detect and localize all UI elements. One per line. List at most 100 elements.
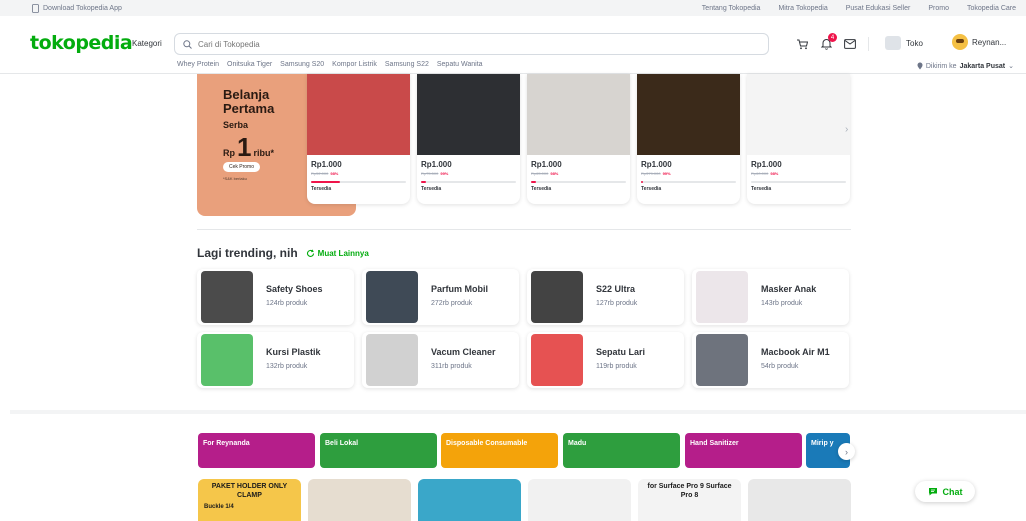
product-stock: Tersedia: [641, 186, 662, 192]
quick-link[interactable]: Whey Protein: [177, 61, 219, 68]
toko-button[interactable]: Toko: [885, 36, 923, 50]
user-menu[interactable]: Reynan...: [952, 34, 1006, 50]
topbar-links: Tentang Tokopedia Mitra Tokopedia Pusat …: [702, 5, 1016, 12]
delivery-location[interactable]: Dikirim ke Jakarta Pusat ⌄: [917, 62, 1014, 70]
chat-bubble-icon: [928, 488, 937, 496]
topbar-link-edukasi[interactable]: Pusat Edukasi Seller: [846, 5, 911, 12]
stock-bar-fill: [311, 181, 340, 183]
chat-button[interactable]: Chat: [915, 481, 975, 502]
product-discount: 98%: [770, 171, 779, 176]
notification-badge: 4: [828, 33, 837, 42]
cek-promo-button[interactable]: Cek Promo: [223, 162, 261, 172]
chat-label: Chat: [942, 486, 963, 497]
product-card[interactable]: [528, 479, 631, 521]
tokopedia-logo[interactable]: tokopedia: [30, 32, 133, 54]
top-utility-bar: Download Tokopedia App Tentang Tokopedia…: [0, 0, 1026, 16]
quick-link[interactable]: Samsung S20: [280, 61, 324, 68]
trending-card[interactable]: Sepatu Lari 119rb produk: [527, 332, 684, 388]
topbar-link-mitra[interactable]: Mitra Tokopedia: [778, 5, 827, 12]
trending-card[interactable]: Safety Shoes 124rb produk: [197, 269, 354, 325]
product-image: [527, 74, 630, 155]
category-tab[interactable]: Madu: [563, 433, 680, 468]
category-next-icon[interactable]: ›: [838, 443, 855, 460]
product-card[interactable]: PAKET HOLDER ONLY CLAMP Buckle 1/4: [198, 479, 301, 521]
product-card[interactable]: for Surface Pro 9 Surface Pro 8: [638, 479, 741, 521]
product-discount: 98%: [330, 171, 339, 176]
trending-name: Parfum Mobil: [431, 284, 489, 294]
product-card[interactable]: [308, 479, 411, 521]
product-card[interactable]: Rp1.000 Rp65.000 98% Tersedia: [527, 74, 630, 204]
cart-icon[interactable]: [796, 38, 808, 50]
quick-link[interactable]: Samsung S22: [385, 61, 429, 68]
download-app-label: Download Tokopedia App: [43, 4, 122, 12]
trending-count: 124rb produk: [266, 300, 308, 307]
promo-amount: 1: [237, 132, 252, 162]
category-tab[interactable]: Beli Lokal: [320, 433, 437, 468]
product-card[interactable]: Rp1.000 Rp60.000 98% Tersedia: [747, 74, 850, 204]
mail-icon[interactable]: [844, 38, 856, 50]
product-card[interactable]: [418, 479, 521, 521]
category-tab[interactable]: For Reynanda: [198, 433, 315, 468]
product-strike-price: Rp65.000: [531, 171, 549, 176]
trending-card[interactable]: S22 Ultra 127rb produk: [527, 269, 684, 325]
bottom-card-text: for Surface Pro 9 Surface Pro 8: [647, 483, 732, 499]
download-app-link[interactable]: Download Tokopedia App: [32, 3, 122, 13]
section-divider: [197, 229, 851, 230]
trending-name: Macbook Air M1: [761, 347, 830, 357]
product-image: [637, 74, 740, 155]
product-card[interactable]: Rp1.000 Rp52.000 98% Tersedia: [307, 74, 410, 204]
product-stock: Tersedia: [311, 186, 332, 192]
topbar-link-tentang[interactable]: Tentang Tokopedia: [702, 5, 761, 12]
stock-bar: [421, 181, 516, 183]
stock-bar: [531, 181, 626, 183]
trending-image: [201, 334, 253, 386]
trending-image: [531, 271, 583, 323]
product-card[interactable]: [748, 479, 851, 521]
topbar-link-care[interactable]: Tokopedia Care: [967, 5, 1016, 12]
product-price: Rp1.000: [311, 160, 342, 169]
location-pin-icon: [917, 62, 923, 70]
trending-card[interactable]: Kursi Plastik 132rb produk: [197, 332, 354, 388]
trending-card[interactable]: Parfum Mobil 272rb produk: [362, 269, 519, 325]
product-card[interactable]: Rp1.000 Rp75.500 99% Tersedia: [417, 74, 520, 204]
product-price: Rp1.000: [531, 160, 562, 169]
user-name: Reynan...: [972, 37, 1007, 47]
product-stock: Tersedia: [751, 186, 772, 192]
trending-image: [366, 334, 418, 386]
trending-title: Lagi trending, nih: [197, 246, 298, 260]
muat-lainnya-label: Muat Lainnya: [317, 248, 369, 258]
stock-bar: [641, 181, 736, 183]
trending-name: Safety Shoes: [266, 284, 323, 294]
chevron-down-icon: ⌄: [1008, 63, 1014, 70]
stock-bar-fill: [421, 181, 426, 183]
quick-link[interactable]: Onitsuka Tiger: [227, 61, 272, 68]
search-bar[interactable]: [174, 33, 769, 55]
product-original-price: Rp65.000 98%: [531, 171, 630, 176]
search-icon: [183, 39, 192, 49]
product-stock: Tersedia: [421, 186, 442, 192]
promo-subtitle: Serba: [223, 120, 249, 130]
promo-unit: ribu*: [253, 148, 274, 158]
trending-count: 132rb produk: [266, 363, 308, 370]
muat-lainnya-button[interactable]: Muat Lainnya: [306, 249, 369, 258]
search-input[interactable]: [198, 39, 758, 49]
quick-link[interactable]: Kompor Listrik: [332, 61, 377, 68]
quick-link[interactable]: Sepatu Wanita: [437, 61, 483, 68]
kategori-menu[interactable]: Kategori: [132, 39, 162, 48]
product-strike-price: Rp52.000: [311, 171, 329, 176]
header-divider: [868, 37, 869, 51]
carousel-next-icon[interactable]: ›: [845, 124, 848, 135]
product-stock: Tersedia: [531, 186, 552, 192]
product-price: Rp1.000: [641, 160, 672, 169]
trending-card[interactable]: Vacum Cleaner 311rb produk: [362, 332, 519, 388]
quick-search-links: Whey Protein Onitsuka Tiger Samsung S20 …: [177, 61, 483, 68]
trending-header: Lagi trending, nih Muat Lainnya: [197, 246, 369, 260]
notification-bell-icon[interactable]: 4: [820, 33, 837, 50]
trending-card[interactable]: Macbook Air M1 54rb produk: [692, 332, 849, 388]
topbar-link-promo[interactable]: Promo: [928, 5, 949, 12]
category-tab[interactable]: Hand Sanitizer: [685, 433, 802, 468]
trending-card[interactable]: Masker Anak 143rb produk: [692, 269, 849, 325]
product-card[interactable]: Rp1.000 Rp379.000 99% Tersedia: [637, 74, 740, 204]
category-tab[interactable]: Disposable Consumable: [441, 433, 558, 468]
trending-image: [366, 271, 418, 323]
